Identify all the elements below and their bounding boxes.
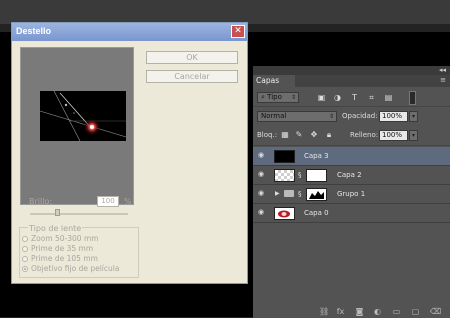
lens-option-105mm[interactable]: Prime de 105 mm [22, 254, 98, 263]
panel-footer: ⛓︎ fx ◙ ◐ ▭ ▢ ⌫ [253, 307, 450, 318]
lock-all-icon[interactable]: 🔒︎ [325, 131, 333, 139]
search-icon: ⌕ [261, 93, 265, 101]
opacity-slider-button[interactable]: ▾ [409, 111, 418, 122]
type-filter-icon[interactable]: T [350, 93, 359, 102]
link-icon[interactable]: § [298, 171, 303, 179]
lens-type-label: Tipo de lente [28, 224, 83, 233]
filter-label: Tipo [267, 93, 282, 101]
lens-flare-dialog: Destello ✕ OK Cancelar Brillo: 100 % Tip… [11, 22, 248, 284]
blend-mode-value: Normal [261, 112, 287, 120]
pixel-filter-icon[interactable]: ▣ [317, 93, 326, 102]
layer-row[interactable]: ◉ Capa 0 [253, 204, 450, 223]
lens-option-movie-prime[interactable]: Objetivo fijo de película [22, 264, 119, 273]
layer-name[interactable]: Capa 3 [304, 152, 329, 160]
layer-filter-dropdown[interactable]: ⌕ Tipo ⇕ [257, 92, 299, 103]
shape-filter-icon[interactable]: ⌗ [367, 93, 376, 102]
lens-option-label: Prime de 105 mm [31, 254, 98, 263]
folder-icon [284, 190, 294, 197]
adjustment-filter-icon[interactable]: ◑ [333, 93, 342, 102]
lock-position-icon[interactable]: ✥ [310, 131, 318, 139]
layer-mask-thumbnail[interactable] [306, 169, 327, 182]
eye-icon[interactable]: ◉ [258, 171, 267, 178]
layer-thumbnail[interactable] [274, 207, 295, 220]
preview-area [20, 47, 134, 205]
flare-preview-image[interactable] [40, 91, 126, 141]
layer-name[interactable]: Grupo 1 [337, 190, 365, 198]
expand-arrow-icon[interactable]: ▶ [275, 190, 280, 197]
blend-mode-dropdown[interactable]: Normal ⇕ [257, 111, 337, 122]
layers-panel: Capas ≡ ⌕ Tipo ⇕ ▣ ◑ T ⌗ ▤ Normal ⇕ Opac… [253, 75, 450, 318]
layer-row[interactable]: ◉ § Capa 2 [253, 166, 450, 185]
dialog-titlebar[interactable]: Destello ✕ [12, 23, 247, 41]
ok-button[interactable]: OK [146, 51, 238, 64]
brightness-input[interactable]: 100 [97, 196, 119, 207]
fx-icon[interactable]: fx [336, 307, 345, 316]
layer-name[interactable]: Capa 0 [304, 209, 329, 217]
radio-icon[interactable] [22, 265, 28, 272]
layer-image-graphic [278, 210, 290, 218]
brightness-slider-track[interactable] [30, 213, 128, 215]
add-mask-icon[interactable]: ◙ [355, 307, 364, 316]
lock-pixels-icon[interactable]: ✎ [295, 131, 303, 139]
chevron-down-icon: ⇕ [328, 113, 334, 120]
divider [253, 145, 450, 146]
chevron-down-icon: ⇕ [290, 94, 296, 101]
lock-label: Bloq.: [257, 131, 278, 139]
opacity-label: Opacidad: [342, 112, 378, 120]
layer-thumbnail[interactable] [274, 150, 295, 163]
eye-icon[interactable]: ◉ [258, 152, 267, 159]
app-top-bar [0, 0, 450, 24]
lens-option-zoom[interactable]: Zoom 50-300 mm [22, 234, 99, 243]
group-mask-thumbnail[interactable] [306, 188, 327, 201]
brightness-slider-thumb[interactable] [55, 209, 60, 216]
radio-icon[interactable] [22, 255, 28, 262]
link-icon[interactable]: § [298, 190, 303, 198]
layer-row[interactable]: ◉ ▶ § Grupo 1 [253, 185, 450, 204]
new-group-icon[interactable]: ▭ [392, 307, 401, 316]
eye-icon[interactable]: ◉ [258, 190, 267, 197]
trash-icon[interactable]: ⌫ [430, 307, 441, 316]
dialog-title: Destello [16, 26, 52, 36]
lock-transparency-icon[interactable]: ▦ [281, 131, 289, 139]
mask-shape-graphic [309, 191, 324, 199]
eye-icon[interactable]: ◉ [258, 209, 267, 216]
opacity-input[interactable]: 100% [379, 111, 408, 122]
fill-input[interactable]: 100% [379, 130, 408, 141]
fill-label: Relleno: [350, 131, 379, 139]
new-layer-icon[interactable]: ▢ [411, 307, 420, 316]
layer-row[interactable]: ◉ Capa 3 [253, 147, 450, 166]
collapse-icon[interactable]: ◂◂ [439, 66, 446, 75]
fill-slider-button[interactable]: ▾ [409, 130, 418, 141]
adjustment-layer-icon[interactable]: ◐ [373, 307, 382, 316]
radio-icon[interactable] [22, 235, 28, 242]
link-layers-icon[interactable]: ⛓︎ [319, 307, 329, 316]
lens-option-label: Objetivo fijo de película [31, 264, 120, 273]
radio-icon[interactable] [22, 245, 28, 252]
flare-preview-graphic [40, 91, 126, 141]
layer-name[interactable]: Capa 2 [337, 171, 362, 179]
tab-layers[interactable]: Capas [253, 75, 295, 87]
layer-thumbnail[interactable] [274, 169, 295, 182]
smart-object-filter-icon[interactable]: ▤ [384, 93, 393, 102]
filter-toggle-icon[interactable] [409, 91, 416, 105]
panel-header-strip: ◂◂ [253, 66, 450, 75]
brightness-unit: % [124, 197, 132, 206]
divider [253, 106, 450, 107]
cancel-button[interactable]: Cancelar [146, 70, 238, 83]
lens-option-35mm[interactable]: Prime de 35 mm [22, 244, 93, 253]
lens-option-label: Zoom 50-300 mm [31, 234, 99, 243]
brightness-label: Brillo: [29, 197, 53, 206]
panel-menu-icon[interactable]: ≡ [440, 76, 446, 84]
close-icon[interactable]: ✕ [231, 25, 245, 38]
lens-option-label: Prime de 35 mm [31, 244, 94, 253]
